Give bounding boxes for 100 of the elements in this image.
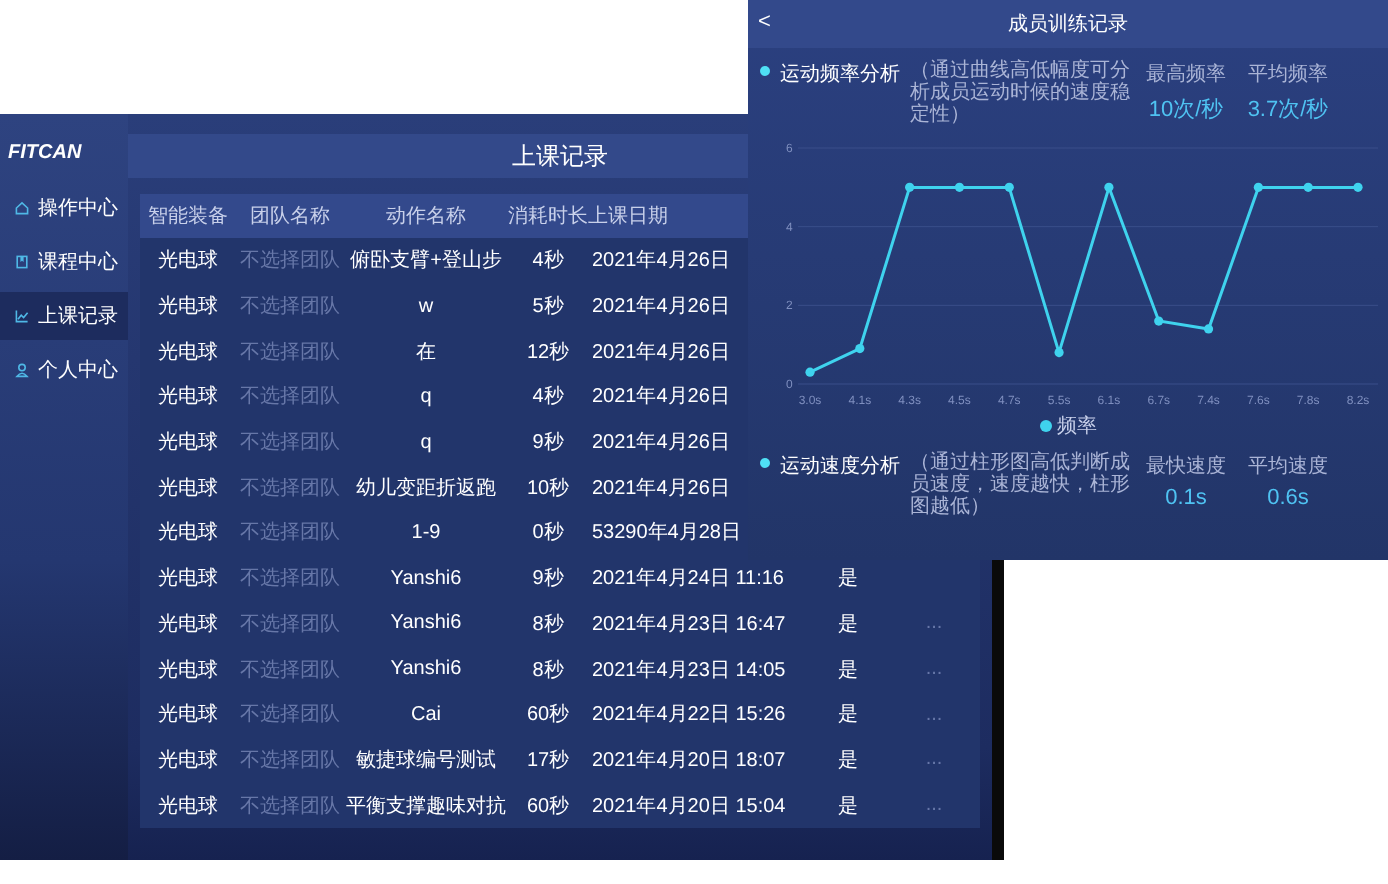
table-cell: 2021年4月26日 — [592, 296, 730, 319]
table-cell: 不选择团队 — [240, 477, 340, 500]
table-cell: 不选择团队 — [240, 250, 340, 273]
nav-item[interactable]: 课程中心 — [0, 238, 128, 286]
stat-value: 0.6s — [1267, 486, 1309, 510]
nav-item[interactable]: 上课记录 — [0, 292, 128, 340]
table-cell: 2021年4月23日 14:05 — [592, 659, 786, 682]
column-header: 团队名称 — [250, 206, 330, 228]
bullet-dot — [760, 458, 770, 468]
table-cell: 光电球 — [158, 659, 218, 682]
column-header: 动作名称 — [386, 206, 466, 228]
table-cell: Yanshi6 — [390, 612, 462, 635]
table-cell: 2021年4月20日 18:07 — [592, 749, 786, 772]
table-cell: 9秒 — [532, 568, 564, 591]
column-header: 上课日期 — [588, 206, 668, 228]
stat-value: 0.1s — [1165, 486, 1207, 510]
table-cell: 不选择团队 — [240, 386, 340, 409]
table-cell: 4秒 — [532, 386, 564, 409]
home-icon — [14, 200, 30, 216]
screen-title: 成员训练记录 — [1008, 11, 1128, 38]
person-icon — [14, 362, 30, 378]
column-header: 消耗时长 — [508, 206, 588, 228]
data-point — [954, 182, 965, 192]
table-cell: 是 — [838, 795, 858, 818]
table-cell: 平衡支撑趣味对抗 — [346, 795, 506, 818]
back-button[interactable]: < — [758, 10, 771, 34]
table-cell: 2021年4月20日 15:04 — [592, 795, 786, 818]
data-point — [1154, 316, 1164, 326]
data-point — [905, 182, 915, 192]
table-cell: 不选择团队 — [240, 613, 340, 636]
table-cell: 光电球 — [158, 341, 218, 364]
table-cell: Yanshi6 — [390, 567, 462, 590]
table-cell: 4秒 — [532, 250, 564, 273]
table-cell: 2021年4月23日 16:47 — [592, 613, 786, 636]
logo: FITCAN — [6, 142, 84, 164]
nav-item[interactable]: 个人中心 — [0, 346, 128, 394]
nav-item[interactable]: 操作中心 — [0, 184, 128, 232]
table-cell: 敏捷球编号测试 — [356, 749, 496, 772]
table-cell: 不选择团队 — [240, 522, 340, 545]
table-cell: ... — [925, 794, 943, 817]
table-cell: 光电球 — [158, 296, 218, 319]
data-point — [1353, 182, 1363, 192]
table-cell: 8秒 — [532, 613, 564, 636]
table-cell: 光电球 — [158, 613, 218, 636]
table-cell: 2021年4月24日 11:16 — [592, 568, 784, 591]
table-cell: Cai — [410, 703, 441, 726]
table-cell: 光电球 — [158, 477, 218, 500]
table-cell: 光电球 — [158, 568, 218, 591]
table-cell: 2021年4月26日 — [592, 386, 730, 409]
table-cell: 光电球 — [158, 386, 218, 409]
legend-item: 频率 — [1039, 412, 1097, 440]
table-cell: ... — [925, 658, 943, 681]
table-cell: 2021年4月26日 — [592, 432, 730, 455]
stat-label: 最高频率 — [1146, 61, 1226, 88]
stat-label: 最快速度 — [1146, 453, 1226, 480]
table-cell: 光电球 — [158, 522, 218, 545]
table-cell: 不选择团队 — [240, 795, 340, 818]
table-cell: 俯卧支臂+登山步 — [350, 250, 502, 273]
table-cell: 是 — [838, 659, 858, 682]
table-cell: 不选择团队 — [240, 749, 340, 772]
table-cell: 不选择团队 — [240, 432, 340, 455]
section-label: 运动频率分析 — [780, 61, 900, 88]
table-cell: 是 — [838, 704, 858, 727]
table-cell: 不选择团队 — [240, 704, 340, 727]
table-cell: 53290年4月28日 — [592, 522, 741, 545]
table-cell: 是 — [838, 568, 858, 591]
table-cell: 不选择团队 — [240, 659, 340, 682]
table-cell: 8秒 — [532, 659, 564, 682]
table-cell: 不选择团队 — [240, 568, 340, 591]
table-cell: ... — [925, 703, 943, 726]
table-cell: 是 — [838, 613, 858, 636]
data-point — [1004, 182, 1014, 192]
page-title: 上课记录 — [512, 139, 608, 173]
table-cell: 5秒 — [532, 296, 564, 319]
data-point — [855, 344, 865, 354]
table-cell: 在 — [416, 341, 436, 364]
table-cell: 光电球 — [158, 250, 218, 273]
section-label: 运动速度分析 — [780, 453, 900, 480]
book-icon — [14, 254, 30, 270]
table-cell: 60秒 — [526, 704, 570, 727]
bullet-dot — [760, 66, 770, 76]
section-note: （通过曲线高低幅度可分析成员运动时候的速度稳定性） — [910, 60, 1130, 126]
stat-value: 3.7次/秒 — [1247, 96, 1329, 124]
stat-label: 平均速度 — [1248, 453, 1328, 480]
stat-label: 平均频率 — [1248, 61, 1328, 88]
table-cell: 1-9 — [411, 521, 441, 544]
data-point — [1203, 324, 1214, 334]
table-cell: 2021年4月22日 15:26 — [592, 704, 786, 727]
stat-value: 10次/秒 — [1148, 96, 1224, 124]
table-cell: w — [418, 295, 434, 318]
chart-icon — [14, 308, 30, 324]
data-point — [1104, 182, 1114, 192]
table-cell: 不选择团队 — [240, 341, 340, 364]
table-cell: q — [420, 431, 432, 454]
table-cell: 2021年4月26日 — [592, 341, 730, 364]
column-header: 智能装备 — [148, 206, 228, 228]
table-cell: 0秒 — [532, 522, 564, 545]
table-cell: q — [420, 385, 432, 408]
data-point — [1054, 347, 1064, 358]
table-cell: 光电球 — [158, 432, 218, 455]
